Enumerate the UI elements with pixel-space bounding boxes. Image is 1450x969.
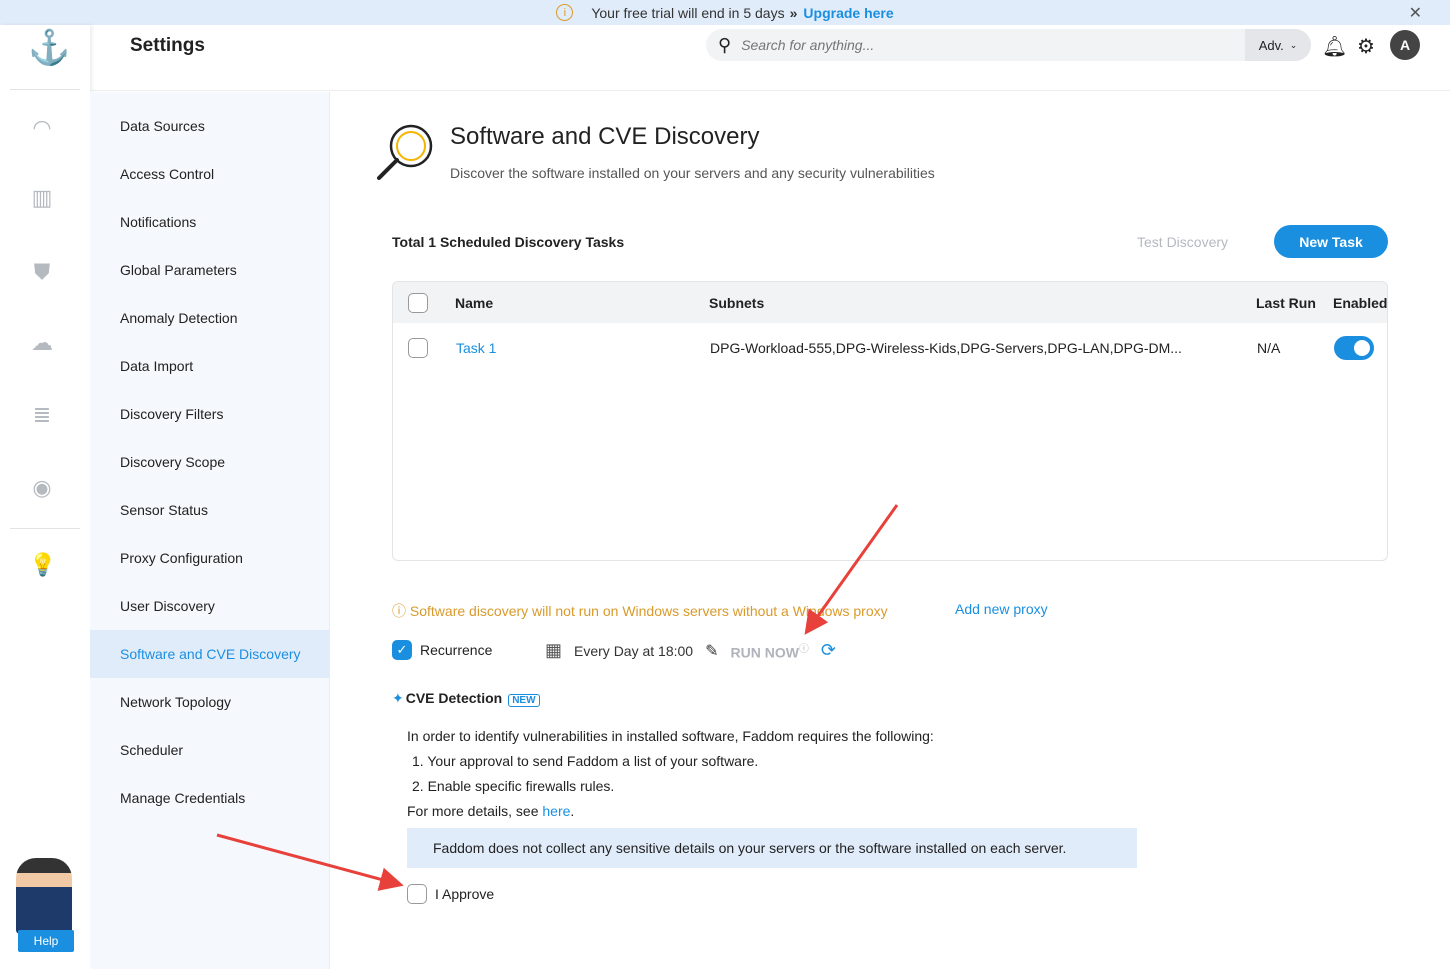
run-now-label: RUN NOW	[730, 644, 799, 661]
logo-icon[interactable]: ⚓	[28, 28, 70, 68]
chevron-down-icon: ⌄	[1289, 39, 1298, 50]
run-now-button[interactable]: RUN NOWⓘ	[730, 640, 808, 661]
total-tasks: Total 1 Scheduled Discovery Tasks	[392, 234, 625, 250]
cve-title: CVE Detection	[405, 690, 503, 706]
select-all-checkbox[interactable]	[408, 292, 428, 313]
sidebar-item-network-topology[interactable]: Network Topology	[90, 678, 329, 726]
sidebar-item-data-import[interactable]: Data Import	[90, 342, 329, 390]
settings-sidebar: Data Sources Access Control Notification…	[90, 92, 330, 969]
trial-banner: i Your free trial will end in 5 days » U…	[0, 0, 1450, 25]
adv-label: Adv.	[1258, 37, 1284, 53]
map-icon[interactable]: ▥	[29, 185, 55, 211]
refresh-icon[interactable]: ⟳	[821, 640, 836, 661]
divider	[10, 89, 80, 90]
cve-intro: In order to identify vulnerabilities in …	[407, 728, 934, 744]
bell-icon[interactable]: 🔔︎	[1322, 34, 1347, 59]
sidebar-item-discovery-scope[interactable]: Discovery Scope	[90, 438, 329, 486]
section-title: Software and CVE Discovery	[450, 123, 760, 150]
calendar-icon: ▦	[545, 640, 563, 660]
sidebar-item-sensor-status[interactable]: Sensor Status	[90, 486, 329, 534]
task-last-run: N/A	[1257, 340, 1281, 356]
edit-pencil-icon[interactable]: ✎	[705, 641, 718, 661]
sidebar-item-scheduler[interactable]: Scheduler	[90, 726, 329, 774]
close-icon[interactable]: ✕	[1409, 3, 1422, 23]
search-icon[interactable]: ⚲	[718, 35, 731, 56]
upgrade-link[interactable]: Upgrade here	[803, 5, 893, 21]
sidebar-item-software-cve-discovery[interactable]: Software and CVE Discovery	[90, 630, 329, 678]
header: Settings ⚲ Adv. ⌄ 🔔︎ ⚙ A	[90, 25, 1450, 91]
cve-requirement: 1. Your approval to send Faddom a list o…	[412, 753, 759, 769]
info-icon: ⓘ	[798, 644, 809, 656]
cloud-icon[interactable]: ☁	[29, 330, 55, 356]
cve-detection-header: ✦ CVE Detection NEW	[392, 690, 540, 707]
lightbulb-icon[interactable]: 💡	[29, 552, 56, 578]
enabled-toggle[interactable]	[1334, 336, 1374, 360]
windows-proxy-warning: ⓘ Software discovery will not run on Win…	[392, 601, 888, 621]
help-button[interactable]: Help	[18, 930, 74, 952]
page-title: Settings	[130, 35, 205, 56]
tasks-table: Name Subnets Last Run Enabled Task 1 DPG…	[392, 281, 1388, 561]
user-avatar[interactable]: A	[1390, 30, 1420, 60]
schedule-text: Every Day at 18:00	[574, 642, 694, 659]
magnifier-bulb-icon	[377, 124, 433, 180]
info-icon: i	[556, 4, 574, 21]
dashboard-icon[interactable]: ◠	[29, 115, 55, 141]
details-link[interactable]: here	[542, 803, 570, 819]
sidebar-item-global-parameters[interactable]: Global Parameters	[90, 246, 329, 294]
recurrence-label: Recurrence	[420, 642, 493, 658]
compass-icon[interactable]: ◉	[29, 475, 55, 501]
more-details: For more details, see here.	[407, 799, 934, 824]
column-subnets[interactable]: Subnets	[709, 295, 764, 311]
more-prefix: For more details, see	[407, 803, 543, 819]
sidebar-item-manage-credentials[interactable]: Manage Credentials	[90, 774, 329, 822]
sidebar-item-discovery-filters[interactable]: Discovery Filters	[90, 390, 329, 438]
new-badge: NEW	[508, 694, 540, 707]
recurrence-checkbox[interactable]: ✓ Recurrence	[392, 640, 492, 660]
warning-icon: ⓘ	[392, 603, 410, 619]
chevrons-icon: »	[789, 4, 798, 21]
check-icon: ✓	[392, 640, 412, 660]
table-row: Task 1 DPG-Workload-555,DPG-Wireless-Kid…	[393, 323, 1387, 373]
sidebar-item-data-sources[interactable]: Data Sources	[90, 102, 329, 150]
search-bar: ⚲ Adv. ⌄	[706, 29, 1311, 61]
task-subnets: DPG-Workload-555,DPG-Wireless-Kids,DPG-S…	[710, 340, 1182, 356]
column-name[interactable]: Name	[455, 295, 493, 311]
gear-icon[interactable]: ⚙	[1357, 34, 1375, 59]
column-enabled[interactable]: Enabled	[1333, 295, 1387, 311]
row-checkbox[interactable]	[408, 338, 428, 358]
privacy-notice: Faddom does not collect any sensitive de…	[407, 828, 1137, 868]
more-suffix: .	[570, 803, 575, 819]
table-header: Name Subnets Last Run Enabled	[393, 282, 1387, 323]
task-name-link[interactable]: Task 1	[456, 340, 496, 356]
test-discovery-button[interactable]: Test Discovery	[1137, 234, 1228, 250]
sidebar-item-access-control[interactable]: Access Control	[90, 150, 329, 198]
new-task-button[interactable]: New Task	[1274, 225, 1388, 258]
cve-description: In order to identify vulnerabilities in …	[407, 724, 934, 824]
divider	[10, 528, 80, 529]
database-icon[interactable]: ≣	[29, 402, 55, 428]
sidebar-item-proxy-configuration[interactable]: Proxy Configuration	[90, 534, 329, 582]
help-mascot-icon[interactable]	[16, 858, 72, 934]
column-last-run[interactable]: Last Run	[1256, 295, 1316, 311]
sidebar-item-anomaly-detection[interactable]: Anomaly Detection	[90, 294, 329, 342]
main-content: Software and CVE Discovery Discover the …	[331, 92, 1450, 969]
add-proxy-link[interactable]: Add new proxy	[955, 601, 1048, 617]
icon-rail: ⚓ ◠ ▥ ⛊ ☁ ≣ ◉ 💡	[0, 25, 90, 969]
approve-box[interactable]	[407, 884, 427, 904]
trial-text: Your free trial will end in 5 days	[591, 4, 785, 21]
schedule-row: ▦ Every Day at 18:00 ✎ RUN NOWⓘ ⟳	[545, 640, 836, 661]
warning-text: Software discovery will not run on Windo…	[409, 603, 888, 619]
sparkle-icon: ✦	[392, 690, 404, 706]
approve-label: I Approve	[435, 886, 495, 902]
approve-checkbox[interactable]: I Approve	[407, 884, 494, 904]
cve-requirement: 2. Enable specific firewalls rules.	[412, 778, 615, 794]
shield-icon[interactable]: ⛊	[29, 259, 55, 285]
search-input[interactable]	[741, 37, 1222, 53]
sidebar-item-user-discovery[interactable]: User Discovery	[90, 582, 329, 630]
section-subtitle: Discover the software installed on your …	[450, 165, 935, 181]
advanced-search-dropdown[interactable]: Adv. ⌄	[1245, 29, 1311, 61]
sidebar-item-notifications[interactable]: Notifications	[90, 198, 329, 246]
